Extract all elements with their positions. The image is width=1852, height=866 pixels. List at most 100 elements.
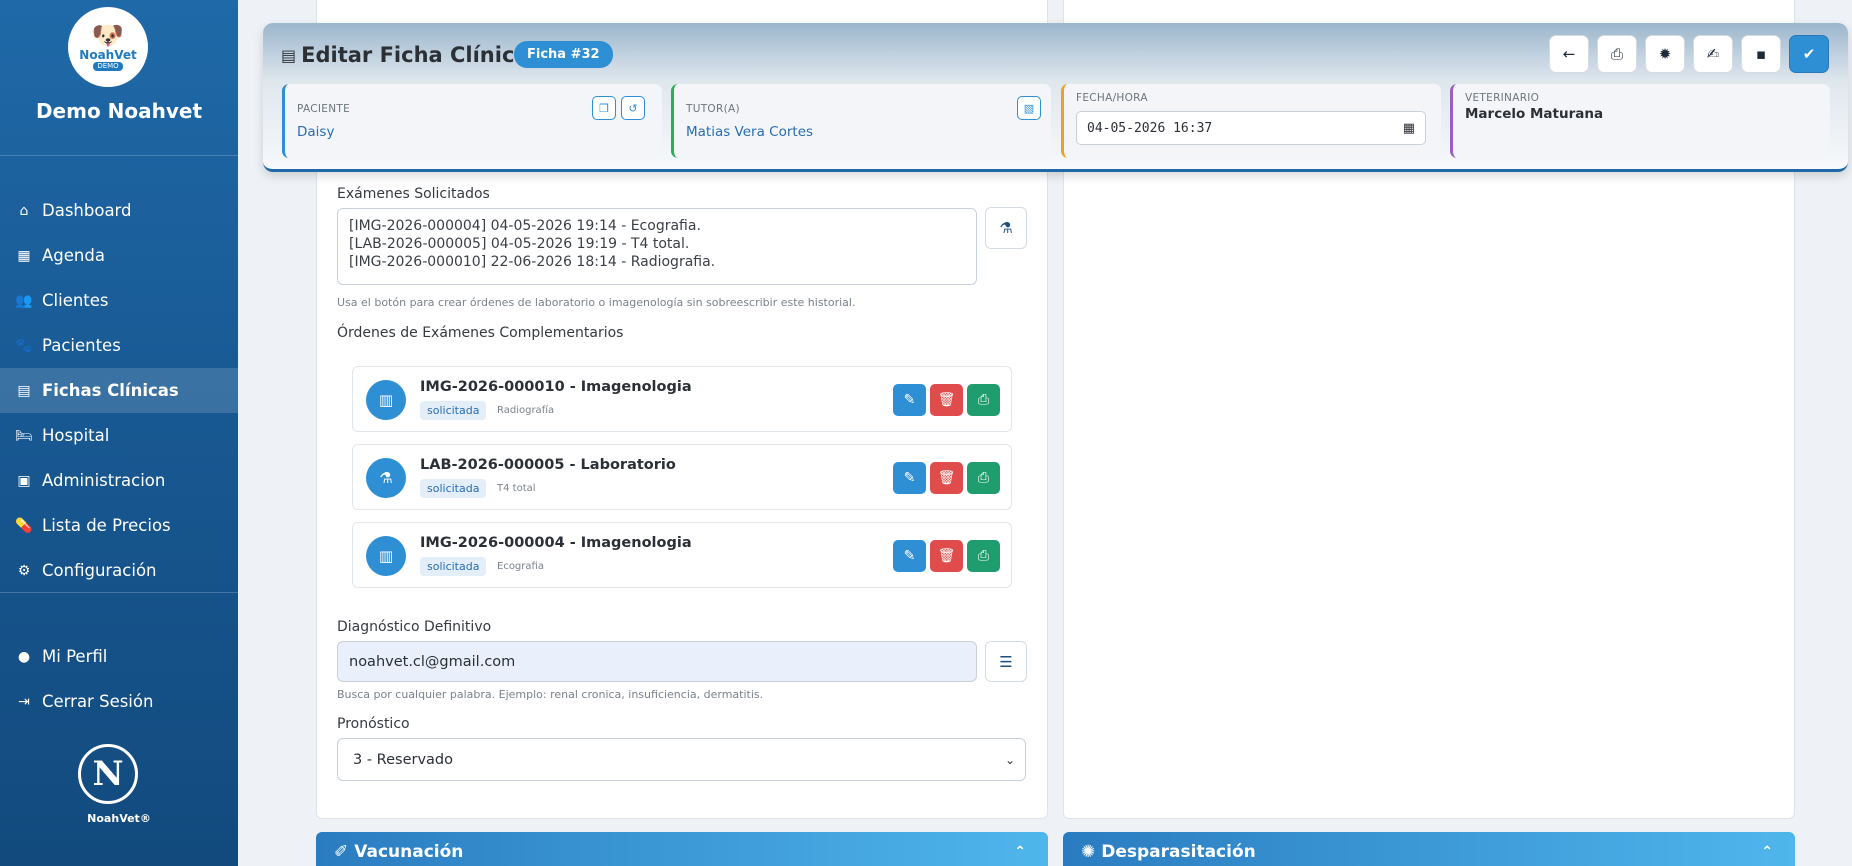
pets-logo-icon: 🐶 (91, 21, 125, 51)
file-signature-icon: ✍ (1706, 45, 1720, 63)
list-item: ⚗ LAB-2026-000005 - Laboratorio solicita… (352, 444, 1012, 510)
datetime-value: 04-05-2026 16:37 (1087, 120, 1213, 136)
xray-icon: ▥ (366, 536, 406, 576)
edit-button[interactable]: ✎ (893, 540, 926, 572)
print-icon: ⎙ (1610, 45, 1623, 63)
history-button[interactable]: ↺ (621, 96, 645, 120)
pencil-icon: ✎ (903, 548, 916, 564)
footer-brand: NoahVet® (87, 812, 151, 825)
calendar-icon: ▦ (17, 247, 31, 264)
tutor-caption: TUTOR(A) (686, 103, 740, 115)
exams-textarea[interactable]: [IMG-2026-000004] 04-05-2026 19:14 - Eco… (337, 208, 977, 285)
sidebar-item-configuracion[interactable]: ⚙ Configuración (0, 548, 238, 593)
pencil-icon: ✎ (903, 470, 916, 486)
clinic-logo[interactable]: 🐶 NoahVet DEMO (68, 7, 148, 87)
xray-icon: ▥ (366, 380, 406, 420)
print-icon: ⎙ (977, 392, 990, 408)
exams-helper: Usa el botón para crear órdenes de labor… (337, 296, 856, 309)
status-badge: solicitada (420, 479, 487, 498)
copy-icon: ❐ (599, 101, 609, 115)
status-badge: solicitada (420, 557, 487, 576)
exam-line: [IMG-2026-000010] 22-06-2026 18:14 - Rad… (349, 254, 716, 270)
order-title: IMG-2026-000004 - Imagenologia (420, 535, 692, 551)
chevron-up-icon: ⌃ (1014, 844, 1026, 860)
print-button[interactable]: ⎙ (967, 540, 1000, 572)
sidebar-item-dashboard[interactable]: ⌂ Dashboard (0, 188, 238, 233)
sidebar: 🐶 NoahVet DEMO Demo Noahvet ⌂ Dashboard ▦… (0, 0, 238, 866)
deworming-section-header[interactable]: ✺ Desparasitación ⌃ (1063, 832, 1795, 866)
record-header: ▤ Editar Ficha Clínica Ficha #32 ← ⎙ ✹ ✍… (263, 23, 1848, 172)
back-button[interactable]: ← (1549, 35, 1589, 73)
bug-icon: ✺ (1081, 842, 1096, 862)
order-title: IMG-2026-000010 - Imagenologia (420, 379, 692, 395)
page-title-text: Editar Ficha Clínica (301, 43, 529, 67)
section-title: Desparasitación (1101, 842, 1256, 862)
divider (0, 155, 238, 156)
sidebar-item-label: Dashboard (42, 201, 132, 220)
chevron-down-icon: ⌄ (1004, 752, 1015, 767)
list-item: ▥ IMG-2026-000004 - Imagenologia solicit… (352, 522, 1012, 588)
noahvet-emblem-icon: N (78, 744, 138, 804)
list-icon: ☰ (999, 652, 1013, 671)
sidebar-item-label: Configuración (42, 561, 157, 580)
copy-patient-button[interactable]: ❐ (592, 96, 616, 120)
sidebar-item-fichas-clinicas[interactable]: ▤ Fichas Clínicas (0, 368, 238, 413)
boxes-icon: ▣ (17, 472, 31, 489)
flask-icon: ⚗ (366, 458, 406, 498)
sidebar-item-lista-precios[interactable]: 💊 Lista de Precios (0, 503, 238, 548)
patient-caption: PACIENTE (297, 103, 351, 115)
logo-text: NoahVet (79, 48, 137, 62)
prognosis-select[interactable]: 3 - Reservado ⌄ (337, 738, 1026, 781)
back-icon: ← (1562, 45, 1576, 63)
certificate-button[interactable]: ✹ (1645, 35, 1685, 73)
delete-button[interactable]: 🗑 (930, 540, 963, 572)
status-badge: solicitada (420, 401, 487, 420)
signature-button[interactable]: ✍ (1693, 35, 1733, 73)
orders-label: Órdenes de Exámenes Complementarios (337, 325, 624, 341)
order-type: T4 total (497, 483, 536, 494)
tutor-name[interactable]: Matias Vera Cortes (686, 124, 813, 140)
datetime-input[interactable]: 04-05-2026 16:37 ▦ (1076, 111, 1426, 145)
sidebar-item-hospital[interactable]: 🛏 Hospital (0, 413, 238, 458)
delete-button[interactable]: 🗑 (930, 384, 963, 416)
edit-button[interactable]: ✎ (893, 384, 926, 416)
order-type: Radiografía (497, 405, 555, 416)
delete-button[interactable]: 🗑 (930, 462, 963, 494)
diagnosis-input[interactable]: noahvet.cl@gmail.com (337, 641, 977, 682)
patient-card: PACIENTE Daisy ❐ ↺ (282, 84, 662, 158)
diagnosis-helper: Busca por cualquier palabra. Ejemplo: re… (337, 688, 764, 701)
tutor-card: TUTOR(A) Matias Vera Cortes ▧ (671, 84, 1051, 158)
patient-name[interactable]: Daisy (297, 124, 334, 140)
print-button[interactable]: ⎙ (967, 462, 1000, 494)
print-button[interactable]: ⎙ (967, 384, 1000, 416)
sidebar-item-administracion[interactable]: ▣ Administracion (0, 458, 238, 503)
tutor-file-button[interactable]: ▧ (1017, 96, 1041, 120)
order-title: LAB-2026-000005 - Laboratorio (420, 457, 676, 473)
print-icon: ⎙ (977, 470, 990, 486)
brand-name: Demo Noahvet (35, 99, 203, 123)
divider (0, 592, 238, 593)
logout-icon: ⇥ (18, 693, 30, 710)
sidebar-item-clientes[interactable]: 👥 Clientes (0, 278, 238, 323)
create-order-button[interactable]: ⚗ (985, 207, 1027, 249)
section-title: Vacunación (354, 842, 464, 862)
sidebar-item-pacientes[interactable]: 🐾 Pacientes (0, 323, 238, 368)
gear-icon: ⚙ (17, 562, 31, 579)
home-icon: ⌂ (19, 202, 29, 219)
order-type: Ecografia (497, 561, 544, 572)
sidebar-item-agenda[interactable]: ▦ Agenda (0, 233, 238, 278)
vaccination-section-header[interactable]: ✐ Vacunación ⌃ (316, 832, 1048, 866)
sidebar-item-label: Fichas Clínicas (42, 381, 179, 400)
finalize-button[interactable]: ✔ (1789, 35, 1829, 73)
edit-button[interactable]: ✎ (893, 462, 926, 494)
file-medical-icon: ▤ (17, 382, 31, 399)
print-icon: ⎙ (977, 548, 990, 564)
pencil-icon: ✎ (903, 392, 916, 408)
sidebar-item-perfil[interactable]: ● Mi Perfil (0, 634, 238, 679)
prognosis-label: Pronóstico (337, 716, 410, 732)
diagnosis-list-button[interactable]: ☰ (985, 641, 1027, 682)
vet-card: VETERINARIO Marcelo Maturana (1450, 84, 1830, 158)
save-button[interactable]: ▪ (1741, 35, 1781, 73)
sidebar-item-logout[interactable]: ⇥ Cerrar Sesión (0, 679, 238, 724)
print-button[interactable]: ⎙ (1597, 35, 1637, 73)
